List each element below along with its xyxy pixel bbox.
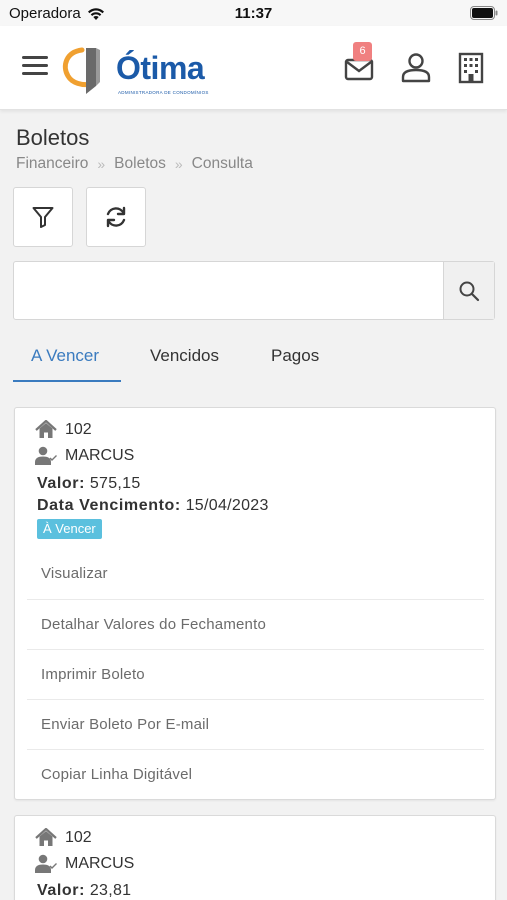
breadcrumb-separator-icon: » — [174, 156, 183, 172]
building-icon — [458, 52, 484, 84]
action-copiar-linha[interactable]: Copiar Linha Digitável — [27, 749, 484, 799]
page-title: Boletos — [16, 125, 90, 150]
refresh-icon — [106, 206, 126, 228]
logo-mark-icon — [62, 47, 100, 94]
search-button[interactable] — [443, 262, 494, 319]
action-enviar-email[interactable]: Enviar Boleto Por E-mail — [27, 699, 484, 749]
tab-a-vencer[interactable]: A Vencer — [31, 346, 99, 366]
tab-vencidos[interactable]: Vencidos — [150, 346, 219, 366]
breadcrumb-separator-icon: » — [97, 156, 106, 172]
mail-button[interactable]: 6 — [341, 42, 377, 86]
valor-label: Valor: — [37, 475, 86, 492]
mail-badge: 6 — [353, 42, 372, 61]
breadcrumb: Financeiro » Boletos » Consulta — [16, 155, 253, 173]
vencimento-value: 15/04/2023 — [185, 497, 269, 514]
app-header: Ótima ADMINISTRADORA DE CONDOMÍNIOS 6 — [0, 26, 507, 110]
user-check-icon — [35, 446, 57, 465]
valor-row: Valor: 23,81 — [37, 882, 131, 900]
valor-label: Valor: — [37, 882, 86, 899]
search-input[interactable] — [14, 262, 444, 319]
unit-number: 102 — [65, 828, 92, 846]
action-imprimir-boleto[interactable]: Imprimir Boleto — [27, 649, 484, 699]
breadcrumb-item-financeiro[interactable]: Financeiro — [16, 155, 88, 173]
user-check-icon — [35, 854, 57, 873]
owner-row: MARCUS — [35, 446, 134, 465]
owner-row: MARCUS — [35, 854, 134, 873]
vencimento-row: Data Vencimento: 15/04/2023 — [37, 497, 269, 515]
logo: Ótima ADMINISTRADORA DE CONDOMÍNIOS — [60, 46, 210, 102]
unit-row: 102 — [35, 828, 92, 847]
valor-row: Valor: 575,15 — [37, 475, 141, 493]
filter-button[interactable] — [13, 187, 73, 247]
refresh-button[interactable] — [86, 187, 146, 247]
action-visualizar[interactable]: Visualizar — [27, 549, 484, 599]
clock: 11:37 — [234, 5, 273, 22]
search-icon — [459, 281, 480, 301]
owner-name: MARCUS — [65, 446, 135, 464]
filter-icon — [32, 207, 54, 228]
vencimento-label: Data Vencimento: — [37, 497, 181, 514]
hamburger-menu-icon[interactable] — [22, 56, 48, 78]
logo-text: Ótima — [116, 50, 205, 86]
home-icon — [35, 828, 57, 846]
status-bar: Operadora 11:37 — [0, 0, 507, 26]
status-badge: À Vencer — [37, 519, 102, 539]
boleto-card: 102 MARCUS Valor: 23,81 — [14, 815, 496, 900]
unit-number: 102 — [65, 420, 92, 438]
action-detalhar-valores[interactable]: Detalhar Valores do Fechamento — [27, 599, 484, 649]
unit-row: 102 — [35, 420, 92, 439]
home-icon — [35, 420, 57, 438]
logo-subtitle: ADMINISTRADORA DE CONDOMÍNIOS — [118, 90, 209, 95]
active-tab-indicator — [13, 380, 121, 382]
owner-name: MARCUS — [65, 854, 135, 872]
valor-value: 575,15 — [89, 475, 141, 492]
user-icon — [401, 53, 431, 83]
battery-icon — [470, 6, 498, 20]
search-box — [13, 261, 495, 320]
breadcrumb-item-consulta: Consulta — [191, 155, 253, 172]
valor-value: 23,81 — [89, 882, 132, 899]
user-profile-button[interactable] — [398, 50, 434, 86]
tab-pagos[interactable]: Pagos — [271, 346, 319, 366]
building-button[interactable] — [453, 50, 489, 86]
boleto-card: 102 MARCUS Valor: 575,15 Data Vencimento… — [14, 407, 496, 800]
breadcrumb-item-boletos[interactable]: Boletos — [114, 155, 166, 173]
